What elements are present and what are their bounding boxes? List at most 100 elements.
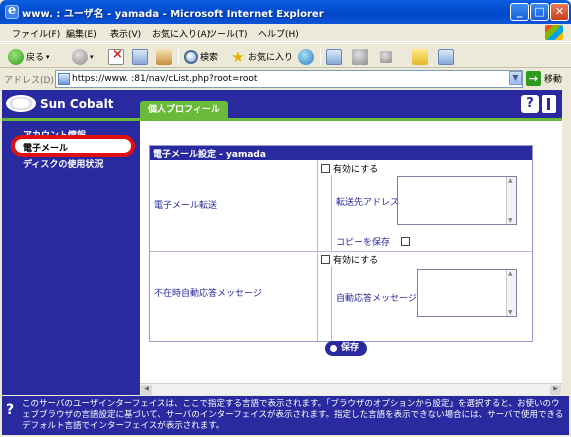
forward-dropdown-icon: ▾ (90, 52, 94, 61)
mail-icon (326, 48, 342, 65)
close-button[interactable]: ✕ (550, 3, 569, 21)
forward-row-label: 電子メール転送 (154, 201, 218, 211)
back-dropdown-icon: ▾ (46, 52, 50, 61)
home-button[interactable] (156, 48, 172, 65)
go-button[interactable]: → 移動 (526, 71, 562, 86)
address-bar: アドレス(D) https://www. :81/nav/cList.php?r… (0, 69, 571, 89)
edit-icon (380, 50, 392, 63)
autoreply-enable-checkbox[interactable] (321, 255, 330, 264)
browser-window: www. : ユーザ名 - yamada - Microsoft Interne… (0, 0, 571, 437)
forward-arrow-icon (72, 48, 88, 65)
horizontal-scrollbar[interactable]: ◀ ▶ (140, 383, 562, 395)
menu-bar: ファイル(F) 編集(E) 表示(V) お気に入り(A) ツール(T) ヘルプ(… (0, 24, 571, 42)
brand-name: Sun Cobalt (40, 96, 114, 111)
sidebar-item-email-label: 電子メール (23, 144, 69, 154)
page-content: Sun Cobalt 個人プロフィール ? アカウント情報 電子メール ディスク… (2, 90, 562, 395)
address-input[interactable]: https://www. :81/nav/cList.php?root=root (55, 70, 523, 88)
discuss-icon (438, 48, 454, 65)
sidebar: アカウント情報 電子メール ディスクの使用状況 (2, 121, 140, 395)
inner-divider (331, 266, 332, 341)
autoreply-enable-label: 有効にする (333, 256, 379, 266)
page-icon (58, 73, 70, 85)
go-label: 移動 (544, 75, 563, 85)
column-divider (317, 252, 318, 341)
tab-personal-profile[interactable]: 個人プロフィール (140, 101, 228, 119)
address-label: アドレス(D) (4, 76, 54, 86)
autoreply-row-label: 不在時自動応答メッセージ (154, 289, 262, 299)
edit-button[interactable] (380, 48, 392, 65)
save-button[interactable]: 保存 (325, 341, 368, 356)
scroll-left-icon[interactable]: ◀ (141, 385, 152, 395)
home-icon (156, 48, 172, 65)
menu-tools[interactable]: ツール(T) (208, 27, 248, 40)
title-bar: www. : ユーザ名 - yamada - Microsoft Interne… (0, 0, 571, 24)
vertical-scrollbar[interactable] (562, 90, 569, 395)
folder-icon (412, 48, 428, 65)
print-button[interactable] (352, 48, 368, 65)
refresh-icon (132, 48, 148, 65)
back-arrow-icon (8, 48, 24, 65)
back-button[interactable]: 戻る ▾ (8, 48, 50, 65)
mail-button[interactable] (326, 48, 342, 65)
save-bullet-icon (330, 345, 337, 352)
forward-address-textarea[interactable] (397, 176, 517, 225)
forward-button[interactable]: ▾ (72, 48, 94, 65)
info-message: このサーバのユーザインターフェイスは、ここで指定する言語で表示されます。「ブラウ… (22, 399, 564, 431)
discuss-button[interactable] (438, 48, 454, 65)
ie-icon (5, 3, 19, 19)
menu-file[interactable]: ファイル(F) (12, 27, 60, 40)
star-icon: ★ (231, 47, 245, 66)
menu-favorites[interactable]: お気に入り(A) (152, 27, 210, 40)
menu-help[interactable]: ヘルプ(H) (258, 27, 299, 40)
question-icon: ? (6, 402, 15, 418)
address-url: https://www. :81/nav/cList.php?root=root (72, 74, 258, 84)
textarea-scrollbar[interactable] (506, 270, 516, 316)
history-icon (298, 48, 314, 65)
email-settings-panel: 電子メール設定 - yamada 電子メール転送 有効にする 転送先アドレス コ… (149, 145, 533, 342)
scroll-right-icon[interactable]: ▶ (550, 385, 561, 395)
favorites-label: お気に入り (248, 53, 294, 63)
windows-logo-icon (545, 25, 563, 40)
forward-address-label: 転送先アドレス (336, 198, 400, 208)
address-dropdown-icon[interactable]: ▼ (509, 71, 522, 85)
refresh-button[interactable] (132, 48, 148, 65)
inner-divider (331, 175, 332, 251)
toolbar-separator (178, 48, 179, 65)
search-label: 検索 (200, 53, 219, 63)
panel-title: 電子メール設定 - yamada (150, 146, 532, 160)
menu-view[interactable]: 表示(V) (110, 27, 141, 40)
stop-icon (108, 47, 124, 65)
autoreply-message-label: 自動応答メッセージ (336, 294, 417, 304)
forward-enable-label: 有効にする (333, 165, 379, 175)
copy-save-checkbox[interactable] (401, 237, 410, 246)
sidebar-item-email[interactable]: 電子メール (11, 135, 135, 157)
sun-cobalt-logo: Sun Cobalt (6, 95, 114, 112)
toolbar-separator (320, 48, 321, 65)
menu-edit[interactable]: 編集(E) (66, 27, 97, 40)
logout-icon[interactable] (542, 95, 556, 113)
go-arrow-icon: → (526, 71, 541, 86)
textarea-scrollbar[interactable] (506, 177, 516, 224)
maximize-button[interactable]: □ (530, 3, 549, 21)
search-button[interactable]: 検索 (184, 48, 218, 65)
window-title: www. : ユーザ名 - yamada - Microsoft Interne… (22, 9, 324, 20)
forward-enable-checkbox[interactable] (321, 164, 330, 173)
column-divider (317, 160, 318, 251)
favorites-button[interactable]: ★ お気に入り (230, 48, 293, 65)
back-label: 戻る (26, 53, 45, 63)
print-icon (352, 48, 368, 65)
row-divider (150, 251, 532, 252)
folder-button[interactable] (412, 48, 428, 65)
history-button[interactable] (298, 48, 314, 65)
info-bar: ? このサーバのユーザインターフェイスは、ここで指定する言語で表示されます。「ブ… (2, 396, 569, 435)
cobalt-logo-icon (6, 95, 36, 112)
search-icon (184, 49, 198, 64)
sidebar-item-disk-usage[interactable]: ディスクの使用状況 (23, 157, 103, 170)
stop-button[interactable] (108, 47, 124, 65)
help-button[interactable]: ? (521, 95, 539, 113)
minimize-button[interactable]: _ (510, 3, 529, 21)
save-label: 保存 (341, 343, 360, 353)
copy-save-label: コピーを保存 (336, 238, 391, 248)
toolbar: 戻る ▾ ▾ 検索 ★ お気に入り (0, 43, 571, 68)
autoreply-message-textarea[interactable] (417, 269, 517, 317)
